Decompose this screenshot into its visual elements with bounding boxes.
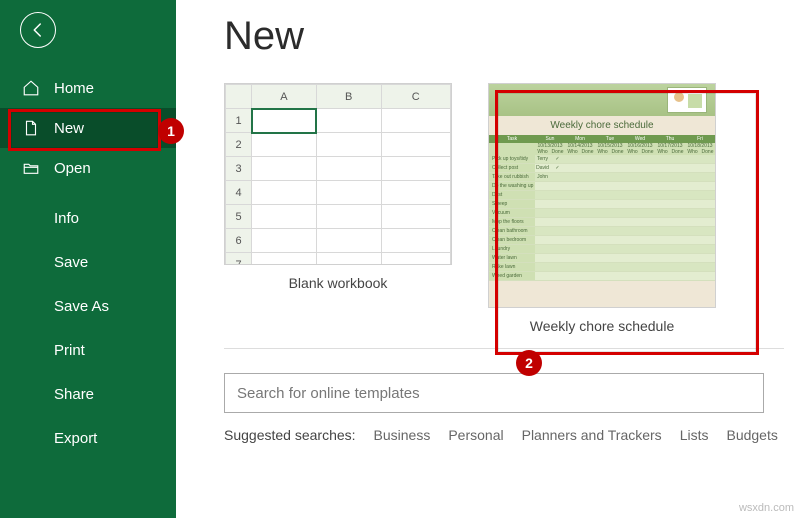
sidebar-item-home[interactable]: Home	[0, 68, 176, 108]
sidebar-item-label: New	[54, 120, 84, 137]
template-blank-workbook[interactable]: ABC 1 2 3 4 5 6 7 Blank workbook	[224, 83, 452, 308]
template-label: Weekly chore schedule	[488, 318, 716, 334]
sidebar-item-label: Home	[54, 80, 94, 97]
suggested-searches: Suggested searches: Business Personal Pl…	[224, 427, 784, 443]
sidebar-item-export[interactable]: Export	[0, 416, 176, 460]
sidebar-item-share[interactable]: Share	[0, 372, 176, 416]
suggested-term-planners[interactable]: Planners and Trackers	[522, 427, 662, 443]
annotation-marker-1: 1	[158, 118, 184, 144]
folder-open-icon	[22, 159, 40, 177]
suggested-term-budgets[interactable]: Budgets	[726, 427, 777, 443]
arrow-left-icon	[29, 21, 47, 39]
suggested-term-lists[interactable]: Lists	[680, 427, 709, 443]
template-gallery: ABC 1 2 3 4 5 6 7 Blank workbook Weekly …	[224, 83, 800, 308]
page-icon	[22, 119, 40, 137]
sidebar-item-save-as[interactable]: Save As	[0, 284, 176, 328]
annotation-marker-2: 2	[516, 350, 542, 376]
search-input[interactable]: Search for online templates	[224, 373, 764, 413]
template-thumb-chore: Weekly chore schedule Task SunMonTueWedT…	[488, 83, 716, 308]
main-content: New ABC 1 2 3 4 5 6 7 Blank workbook	[176, 0, 800, 443]
suggested-term-business[interactable]: Business	[374, 427, 431, 443]
home-icon	[22, 79, 40, 97]
sidebar-item-new[interactable]: New	[0, 108, 176, 148]
sidebar-item-info[interactable]: Info	[0, 196, 176, 240]
back-button[interactable]	[20, 12, 56, 48]
page-title: New	[224, 14, 800, 59]
template-weekly-chore-schedule[interactable]: Weekly chore schedule Task SunMonTueWedT…	[488, 83, 716, 308]
sidebar-item-save[interactable]: Save	[0, 240, 176, 284]
backstage-sidebar: Home New Open Info Save Save As Print Sh…	[0, 0, 176, 518]
suggested-term-personal[interactable]: Personal	[448, 427, 503, 443]
sidebar-item-open[interactable]: Open	[0, 148, 176, 188]
chore-illustration-icon	[667, 87, 707, 113]
template-label: Blank workbook	[224, 275, 452, 291]
sidebar-item-label: Open	[54, 160, 91, 177]
search-placeholder: Search for online templates	[237, 385, 420, 402]
template-thumb-blank: ABC 1 2 3 4 5 6 7	[224, 83, 452, 265]
watermark: wsxdn.com	[739, 502, 794, 514]
suggested-label: Suggested searches:	[224, 427, 356, 443]
sidebar-item-print[interactable]: Print	[0, 328, 176, 372]
suggested-section: Search for online templates Suggested se…	[224, 348, 784, 443]
sidebar-subgroup: Info Save Save As Print Share Export	[0, 196, 176, 460]
